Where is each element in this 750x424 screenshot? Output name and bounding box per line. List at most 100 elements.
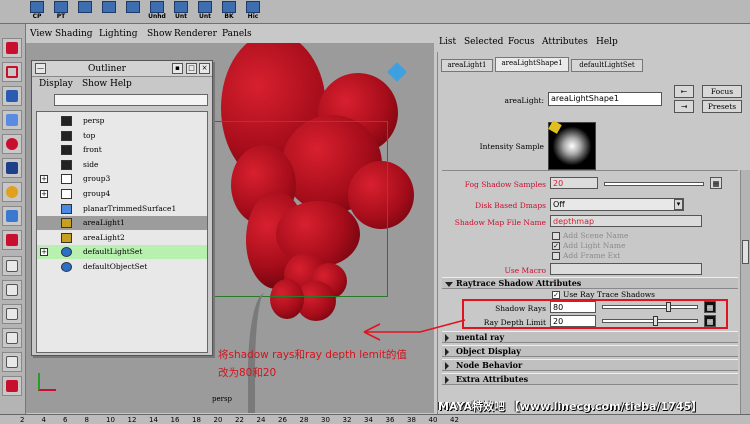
fog-shadow-samples-field[interactable]: 20 <box>550 177 598 189</box>
map-button-icon[interactable]: ▦ <box>710 177 722 189</box>
disk-based-dmaps-select[interactable]: Off <box>550 198 684 211</box>
outliner-row-label: planarTrimmedSurface1 <box>83 203 177 213</box>
lasso-tool-icon[interactable] <box>2 62 22 82</box>
expand-toggle-icon[interactable]: + <box>40 175 48 184</box>
layout-single-icon[interactable] <box>2 256 22 276</box>
shelf-button[interactable]: Hic <box>242 1 264 23</box>
outliner-row[interactable]: + defaultLightSet <box>37 245 207 260</box>
shelf-button[interactable]: Unt <box>194 1 216 23</box>
layout-four-icon[interactable] <box>2 280 22 300</box>
shelf-button[interactable] <box>98 1 120 23</box>
expand-toggle-icon[interactable]: + <box>40 190 48 198</box>
layout-hypershade-icon[interactable] <box>2 352 22 372</box>
scroll-thumb[interactable] <box>742 240 749 264</box>
rotate-tool-icon[interactable] <box>2 134 22 154</box>
menu-item-show[interactable]: Show <box>147 29 172 39</box>
tab-arealightshape1[interactable]: areaLightShape1 <box>495 57 569 72</box>
layout-persp-outliner-icon[interactable] <box>2 304 22 324</box>
slider-handle[interactable] <box>666 302 671 312</box>
outliner-row[interactable]: front <box>37 143 207 157</box>
expand-toggle-icon[interactable]: + <box>40 248 48 257</box>
ray-depth-limit-field[interactable]: 20 <box>550 315 596 327</box>
fog-shadow-samples-label: Fog Shadow Samples <box>464 180 546 189</box>
add-frame-ext-checkbox[interactable] <box>552 252 560 260</box>
raytrace-shadow-section[interactable]: Raytrace Shadow Attributes <box>442 277 738 289</box>
presets-button[interactable]: Presets <box>702 100 742 113</box>
outliner-row[interactable]: areaLight2 <box>37 231 207 245</box>
shelf-button[interactable]: Unhd <box>146 1 168 23</box>
outliner-row[interactable]: planarTrimmedSurface1 <box>37 202 207 216</box>
layout-custom-icon[interactable] <box>2 376 22 396</box>
focus-button[interactable]: Focus <box>702 85 742 98</box>
slider-handle[interactable] <box>653 316 658 326</box>
outliner-row[interactable]: defaultObjectSet <box>37 260 207 274</box>
outliner-row[interactable]: + group4 <box>37 187 207 201</box>
menu-item-shading[interactable]: Shading <box>55 29 93 39</box>
outliner-filter-input[interactable] <box>54 94 208 106</box>
menu-item-show[interactable]: Show <box>82 79 107 89</box>
shadow-rays-slider[interactable] <box>602 302 698 312</box>
use-macro-field[interactable] <box>550 263 702 275</box>
minimize-icon[interactable]: ▪ <box>172 63 183 74</box>
shelf-button[interactable] <box>122 1 144 23</box>
annotation-line-1: 将shadow rays和ray depth lemit的值 <box>218 349 407 361</box>
bake-icon <box>222 1 236 13</box>
section-node-behavior[interactable]: Node Behavior <box>442 359 738 371</box>
section-object-display[interactable]: Object Display <box>442 345 738 357</box>
dropdown-arrow-icon[interactable]: ▾ <box>674 199 683 210</box>
map-button-icon[interactable]: ▦ <box>704 315 716 327</box>
attribute-scrollbar[interactable] <box>740 170 750 414</box>
select-tool-icon[interactable] <box>2 38 22 58</box>
move-tool-icon[interactable] <box>2 110 22 130</box>
menu-item-focus[interactable]: Focus <box>508 37 535 47</box>
window-menu-icon[interactable]: — <box>35 63 46 74</box>
fog-shadow-samples-slider[interactable] <box>604 182 704 186</box>
close-icon[interactable]: × <box>199 63 210 74</box>
shelf-button[interactable]: Unt <box>170 1 192 23</box>
manipulator-icon[interactable] <box>2 182 22 202</box>
tab-arealight1[interactable]: areaLight1 <box>441 59 493 72</box>
maximize-icon[interactable]: □ <box>186 63 197 74</box>
light-icon <box>61 218 72 229</box>
section-mental-ray[interactable]: mental ray <box>442 331 738 343</box>
menu-item-help[interactable]: Help <box>110 79 132 89</box>
time-slider[interactable]: 2 4 6 8 10 12 14 16 18 20 22 24 26 28 30 32 34 36 38 40 42 <box>0 414 750 424</box>
menu-item-renderer[interactable]: Renderer <box>174 29 217 39</box>
menu-item-lighting[interactable]: Lighting <box>99 29 137 39</box>
ray-depth-limit-slider[interactable] <box>602 316 698 326</box>
menu-item-list[interactable]: List <box>439 37 456 47</box>
use-ray-trace-shadows-checkbox[interactable]: ✓ <box>552 291 560 299</box>
outliner-row[interactable]: + group3 <box>37 172 207 186</box>
add-light-name-checkbox[interactable]: ✓ <box>552 242 560 250</box>
area-light-manip-icon[interactable] <box>387 62 407 82</box>
shadow-map-file-field[interactable]: depthmap <box>550 215 702 227</box>
outliner-row[interactable]: areaLight1 <box>37 216 207 231</box>
scale-tool-icon[interactable] <box>2 158 22 178</box>
pt-icon <box>54 1 68 13</box>
menu-item-view[interactable]: View <box>30 29 52 39</box>
shadow-rays-field[interactable]: 80 <box>550 301 596 313</box>
paint-select-icon[interactable] <box>2 86 22 106</box>
menu-item-display[interactable]: Display <box>39 79 73 89</box>
menu-item-attributes[interactable]: Attributes <box>542 37 588 47</box>
shelf-button[interactable]: CP <box>26 1 48 23</box>
outliner-row[interactable]: top <box>37 129 207 143</box>
shelf-button[interactable] <box>74 1 96 23</box>
shelf-button[interactable]: BK <box>218 1 240 23</box>
map-button-icon[interactable]: ▦ <box>704 301 716 313</box>
outliner-row[interactable]: side <box>37 158 207 172</box>
menu-item-help[interactable]: Help <box>596 37 618 47</box>
tab-defaultlightset[interactable]: defaultLightSet <box>571 59 643 72</box>
go-output-icon[interactable]: ⇥ <box>674 100 694 113</box>
section-extra-attributes[interactable]: Extra Attributes <box>442 373 738 385</box>
soft-mod-icon[interactable] <box>2 206 22 226</box>
layout-persp-graph-icon[interactable] <box>2 328 22 348</box>
menu-item-panels[interactable]: Panels <box>222 29 252 39</box>
node-name-field[interactable]: areaLightShape1 <box>548 92 662 106</box>
go-input-icon[interactable]: ⇤ <box>674 85 694 98</box>
outliner-row[interactable]: persp <box>37 114 207 128</box>
shelf-button[interactable]: PT <box>50 1 72 23</box>
show-manip-icon[interactable] <box>2 230 22 250</box>
add-scene-name-checkbox[interactable] <box>552 232 560 240</box>
menu-item-selected[interactable]: Selected <box>464 37 503 47</box>
